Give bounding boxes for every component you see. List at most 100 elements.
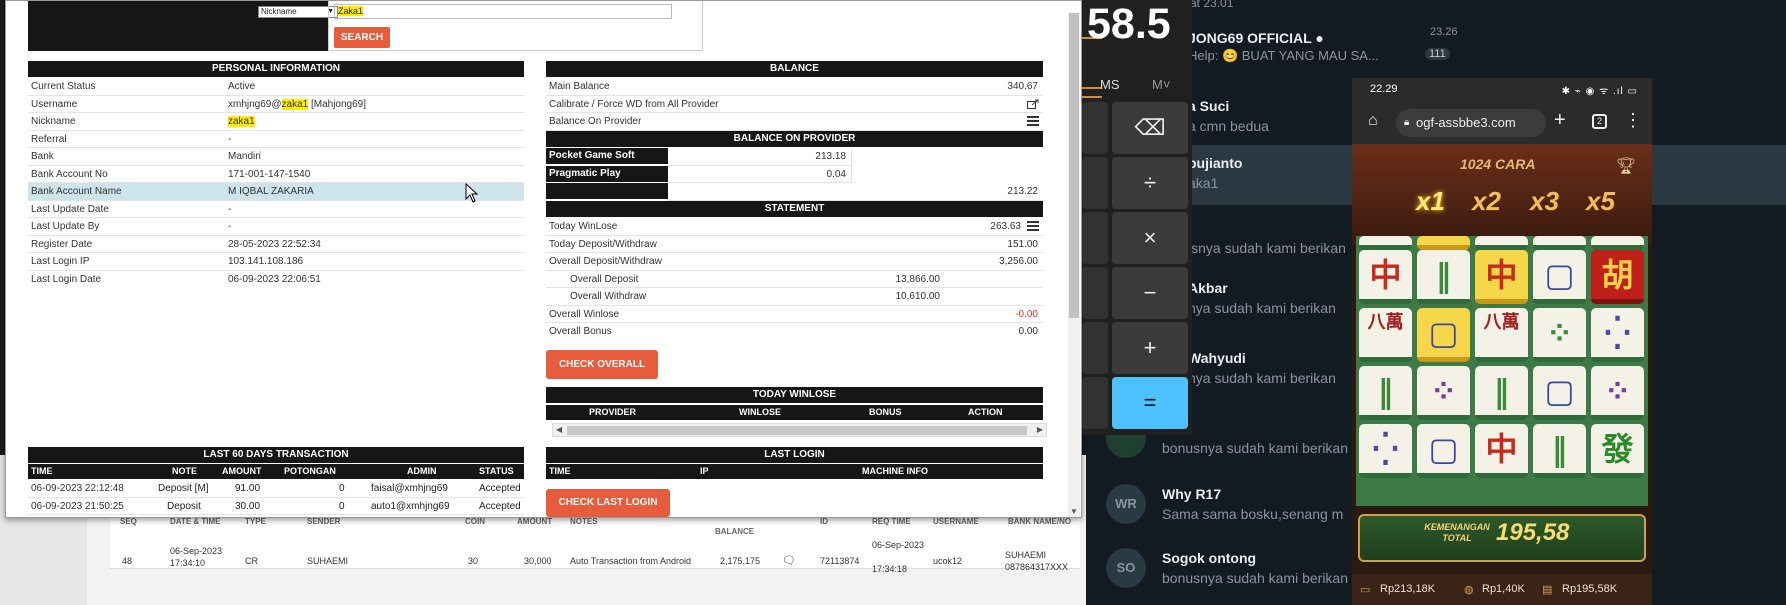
info-value: Mandiri xyxy=(228,151,261,162)
search-filter-bar: Nickname ▼ xyxy=(28,1,338,51)
col-header: BONUS xyxy=(869,407,902,417)
share-icon[interactable] xyxy=(1027,99,1039,109)
url-bar[interactable]: 🔒︎ ogf-assbbe3.com xyxy=(1396,109,1546,137)
col-header: REQ TIME xyxy=(872,517,911,526)
col-header: NOTES xyxy=(570,517,598,526)
scroll-right-icon[interactable]: ▶ xyxy=(1037,425,1043,434)
statement-label: Overall Withdraw xyxy=(570,291,647,302)
list-icon[interactable] xyxy=(1027,116,1039,126)
list-icon[interactable] xyxy=(1027,221,1039,231)
col-header: ID xyxy=(820,517,828,526)
col-header: MACHINE INFO xyxy=(862,466,928,476)
transactions-columns: TIME NOTE AMOUNT POTONGAN ADMIN STATUS xyxy=(28,464,524,479)
multiplier: x3 xyxy=(1530,186,1559,216)
info-label: Bank Account No xyxy=(31,168,108,180)
info-value: 103.141.108.186 xyxy=(228,256,304,267)
vertical-scrollbar[interactable]: ▼ xyxy=(1068,13,1080,517)
calc-key[interactable] xyxy=(1082,102,1108,154)
mahjong-slot-game[interactable]: 1024 CARA 🏆︎ x1 x2 x3 x5 中 ‖ 中 ▢ 胡 八萬 ▢ xyxy=(1352,144,1652,605)
memory-list-button[interactable]: M˅ xyxy=(1152,77,1170,92)
info-label: Bank Account Name xyxy=(31,186,122,197)
scroll-down-icon[interactable]: ▼ xyxy=(1070,507,1078,516)
calc-key[interactable] xyxy=(1082,157,1108,209)
calc-key[interactable] xyxy=(1082,377,1108,429)
col-header: BANK NAME/NO xyxy=(1008,517,1072,526)
statement-label: Today WinLose xyxy=(549,221,618,232)
chat-message: Help: 😊 BUAT YANG MAU SA... xyxy=(1188,48,1379,63)
cell-req-date: 06-Sep-2023 xyxy=(872,540,925,550)
tile xyxy=(1475,236,1528,250)
tx-admin: faisal@xmhjng69 xyxy=(371,483,448,494)
tx-potongan: 0 xyxy=(339,500,345,512)
check-last-login-button[interactable]: CHECK LAST LOGIN xyxy=(546,489,670,517)
search-input[interactable]: Zaka1 xyxy=(334,4,672,19)
trophy-icon[interactable]: 🏆︎ xyxy=(1616,156,1636,176)
tile-dots: ⁘ xyxy=(1417,366,1470,420)
scroll-left-icon[interactable]: ◀ xyxy=(556,425,562,434)
backspace-key[interactable]: ⌫ xyxy=(1112,102,1188,154)
calc-key[interactable] xyxy=(1082,267,1108,319)
cell-coin: 30 xyxy=(468,556,479,566)
scroll-thumb[interactable] xyxy=(567,426,1027,435)
transaction-row: 06-09-2023 21:50:25 Deposit 30.00 0 auto… xyxy=(28,498,524,515)
calc-key[interactable] xyxy=(1082,212,1108,264)
info-label: Referral xyxy=(31,133,67,145)
provider-total-row: Total 213.22 xyxy=(668,183,1043,201)
chat-bubble-icon[interactable]: 🗨 xyxy=(782,554,796,567)
username-suffix: [Mahjong69] xyxy=(308,98,367,110)
search-type-select[interactable]: Nickname ▼ xyxy=(258,6,338,18)
cell-notes: Auto Transaction from Android xyxy=(570,556,692,566)
statement-label: Overall Bonus xyxy=(549,326,612,337)
cell-bank-name: SUHAEMI xyxy=(1005,550,1047,560)
minus-key[interactable]: − xyxy=(1112,267,1188,319)
wild-symbol: 胡 xyxy=(1601,256,1634,294)
provider-name: Pragmatic Play xyxy=(546,165,668,182)
total-value: 213.22 xyxy=(1007,186,1038,197)
member-detail-modal: Nickname ▼ Zaka1 SEARCH PERSONAL INFORMA… xyxy=(5,0,1082,518)
equals-key[interactable]: = xyxy=(1112,377,1188,429)
plus-key[interactable]: + xyxy=(1112,322,1188,374)
info-row-account-name: Bank Account Name M IQBAL ZAKARIA xyxy=(28,183,524,201)
search-box: Zaka1 SEARCH xyxy=(328,1,703,51)
check-overall-button[interactable]: CHECK OVERALL xyxy=(546,350,658,379)
memory-store-button[interactable]: MS xyxy=(1100,77,1120,92)
transactions-header: LAST 60 DAYS TRANSACTION xyxy=(28,447,524,463)
tx-potongan: 0 xyxy=(339,483,345,494)
calculator-window: 58.5 MS M˅ ⌫ ÷ × − + = xyxy=(1082,0,1192,435)
coin-icon: ◍ xyxy=(1464,584,1474,596)
col-header: TYPE xyxy=(245,517,266,526)
col-header: NOTE xyxy=(172,466,198,476)
total-win-value: 195,58 xyxy=(1496,519,1570,546)
balance-label: Main Balance xyxy=(549,81,610,92)
new-tab-icon[interactable]: + xyxy=(1554,109,1566,132)
multiply-key[interactable]: × xyxy=(1112,212,1188,264)
col-header: AMOUNT xyxy=(517,517,553,526)
info-row-login-ip: Last Login IP 103.141.108.186 xyxy=(28,253,524,271)
col-header: ADMIN xyxy=(407,466,437,476)
scroll-thumb[interactable] xyxy=(1069,13,1079,318)
more-menu-icon[interactable]: ⋮ xyxy=(1624,110,1642,131)
divide-key[interactable]: ÷ xyxy=(1112,157,1188,209)
info-row-update-by: Last Update By - xyxy=(28,218,524,236)
home-icon[interactable]: ⌂ xyxy=(1368,112,1378,130)
info-value: Active xyxy=(228,81,256,92)
username-highlight: zaka1 xyxy=(281,98,309,110)
col-header: STATUS xyxy=(479,466,514,476)
tab-count-icon[interactable]: 2 xyxy=(1592,114,1607,129)
cell-type: CR xyxy=(245,556,258,566)
horizontal-scrollbar[interactable]: ◀ ▶ xyxy=(552,423,1047,437)
today-winlose-columns: PROVIDER WINLOSE BONUS ACTION xyxy=(546,405,1043,420)
search-button[interactable]: SEARCH xyxy=(334,27,390,48)
info-row-update-date: Last Update Date - xyxy=(28,201,524,218)
transaction-row: 06-09-2023 22:12:48 Deposit [M] 91.00 0 … xyxy=(28,480,524,498)
calc-key[interactable] xyxy=(1082,322,1108,374)
game-bottom-bar: ▭ Rp213,18K ◍ Rp1,40K ▤ Rp195,58K xyxy=(1352,574,1652,605)
statement-header: STATEMENT xyxy=(546,201,1043,217)
col-header: AMOUNT xyxy=(222,466,262,476)
col-header: SENDER xyxy=(307,517,341,526)
balance-row-calibrate: Calibrate / Force WD from All Provider xyxy=(546,96,1043,113)
statement-label: Overall Deposit xyxy=(570,273,639,285)
game-header: 1024 CARA 🏆︎ x1 x2 x3 x5 xyxy=(1352,144,1652,244)
tx-admin: auto1@xmhjng69 xyxy=(371,500,450,512)
chat-message: nya sudah kami berikan xyxy=(1188,370,1336,386)
